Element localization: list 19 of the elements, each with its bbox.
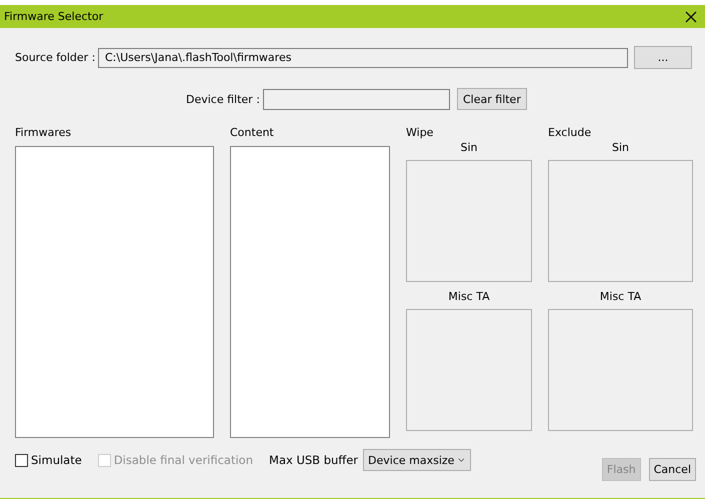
box-heading: Sin — [459, 141, 478, 154]
group-heading: Exclude — [548, 126, 592, 140]
source-folder-label: Source folder : — [15, 51, 96, 64]
max-usb-buffer-label: Max USB buffer — [269, 453, 358, 467]
list-heading: Content — [230, 126, 275, 140]
group-heading: Wipe — [406, 126, 434, 140]
source-folder-field[interactable]: C:\Users\Jana\.flashTool\firmwares — [98, 48, 628, 68]
dialog-button[interactable]: Cancel — [648, 458, 696, 481]
window-title: Firmware Selector — [4, 10, 104, 23]
box-heading: Sin — [610, 141, 630, 154]
box-heading: Misc TA — [447, 290, 491, 303]
checkbox-label: Disable final verification — [114, 453, 254, 467]
device-filter-label: Device filter : — [186, 92, 261, 106]
clear-filter-button[interactable]: Clear filter — [457, 88, 527, 110]
checkbox-label: Simulate — [31, 453, 82, 467]
box-heading: Misc TA — [598, 290, 642, 303]
list-heading: Firmwares — [15, 126, 72, 140]
usb-buffer-dropdown[interactable]: Device maxsize — [363, 449, 472, 471]
browse-button[interactable]: ... — [634, 46, 692, 69]
